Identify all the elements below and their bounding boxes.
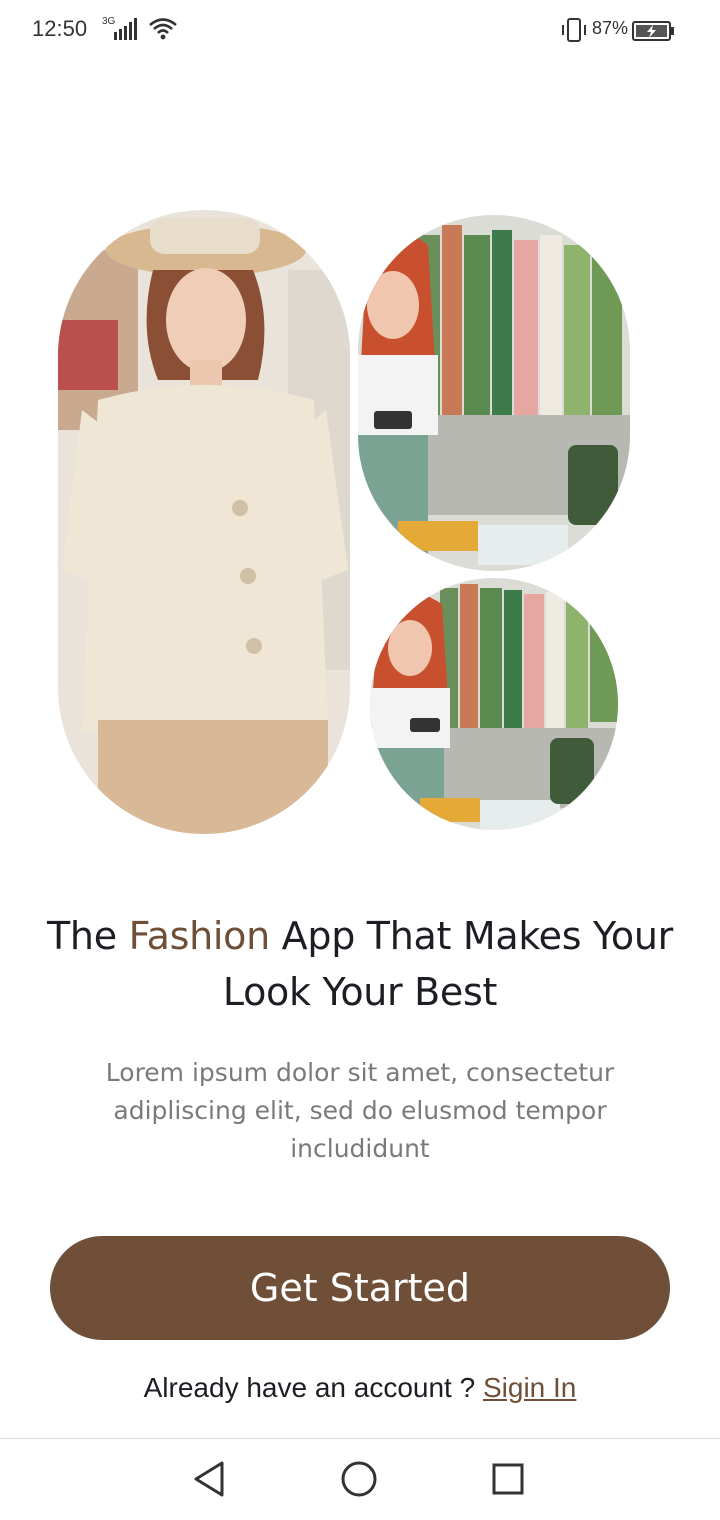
signin-prompt: Already have an account ? [143,1372,483,1403]
back-triangle-icon[interactable] [188,1457,232,1501]
shopping-photo-small [370,578,618,830]
subtitle: Lorem ipsum dolor sit amet, consectetur … [105,1058,615,1163]
headline-part1: The [47,914,129,958]
recents-square-icon[interactable] [486,1457,530,1501]
photo-collage [0,0,720,860]
shopping-photo-large [358,215,630,571]
headline: The Fashion App That Makes Your Look You… [40,908,680,1020]
system-nav-bar [0,1439,720,1520]
get-started-button[interactable]: Get Started [50,1236,670,1340]
headline-part2: App That Makes Your Look Your Best [222,914,673,1014]
home-circle-icon[interactable] [337,1457,381,1501]
model-photo [58,210,350,834]
signin-row: Already have an account ? Sigin In [0,1372,720,1404]
headline-accent: Fashion [128,914,271,958]
signin-link[interactable]: Sigin In [483,1372,576,1403]
